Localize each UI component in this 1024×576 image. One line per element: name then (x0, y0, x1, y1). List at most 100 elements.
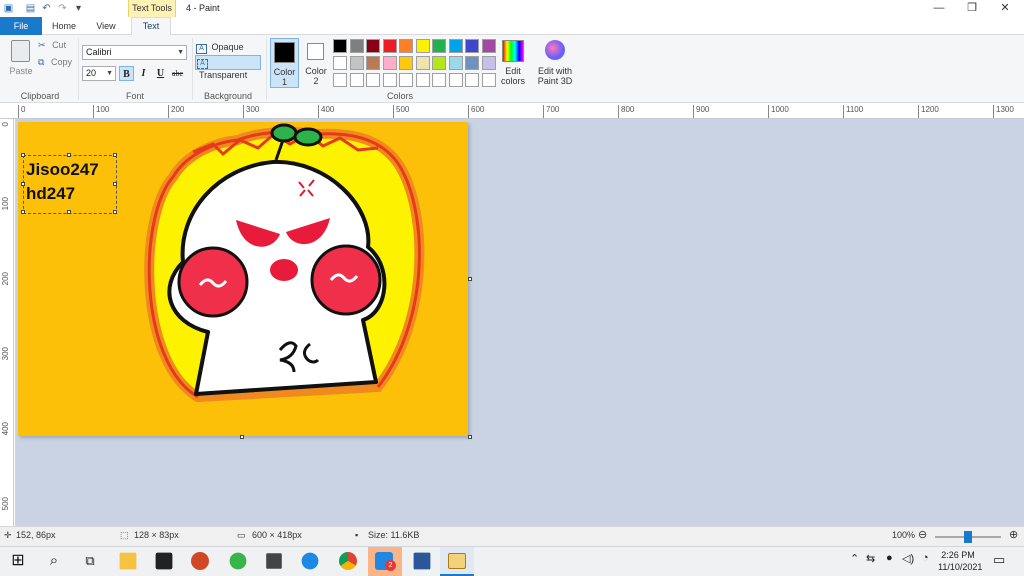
resize-handle[interactable] (468, 435, 472, 439)
font-family-select[interactable]: Calibri ▼ (82, 45, 187, 60)
selection-handle[interactable] (113, 210, 117, 214)
zoom-out-button[interactable]: ⊖ (918, 528, 927, 541)
zoom-in-button[interactable]: ⊕ (1009, 528, 1018, 541)
horizontal-ruler: 0 100 200 300 400 500 600 700 800 900 1000 1100 1200… (0, 103, 1024, 119)
maximize-button[interactable]: ❐ (955, 0, 989, 17)
task-view-icon[interactable]: ⧉ (78, 549, 102, 573)
store-icon[interactable] (155, 552, 173, 570)
edit-colors-button[interactable]: Edit colors (500, 40, 526, 88)
microphone-icon[interactable]: ● (886, 552, 893, 564)
color-swatch[interactable] (481, 73, 496, 87)
clock[interactable]: 2:26 PM 11/10/2021 (938, 549, 982, 573)
tab-view[interactable]: View (86, 17, 126, 35)
color-swatch[interactable] (333, 73, 347, 87)
ruler-tick-label: 200 (168, 105, 184, 118)
color-swatch[interactable] (415, 39, 430, 53)
cut-button[interactable]: ✂ Cut (38, 40, 66, 53)
resize-handle[interactable] (468, 277, 472, 281)
ruler-tick-label: 700 (543, 105, 559, 118)
selection-handle[interactable] (113, 153, 117, 157)
color-swatch[interactable] (448, 39, 463, 53)
search-icon[interactable]: ⌕ (42, 549, 66, 573)
selection-handle[interactable] (67, 210, 71, 214)
undo-icon[interactable]: ↶ (40, 2, 53, 15)
word-icon[interactable] (413, 552, 431, 570)
selection-handle[interactable] (113, 182, 117, 186)
customize-toolbar-icon[interactable]: ▾ (72, 2, 85, 15)
chrome-icon[interactable] (339, 552, 357, 570)
color-swatch[interactable] (349, 73, 364, 87)
app-green-icon[interactable] (229, 552, 247, 570)
zoom-slider-thumb[interactable] (964, 531, 972, 543)
color-swatch[interactable] (382, 73, 397, 87)
color-swatch[interactable] (481, 39, 496, 53)
taskbar-active-app[interactable]: 2 (368, 547, 402, 576)
paint-app-icon[interactable]: ▣ (2, 2, 15, 15)
chevron-up-icon[interactable]: ⌃ (850, 552, 859, 565)
copy-button[interactable]: ⧉ Copy (38, 57, 72, 70)
color-swatch[interactable] (399, 39, 413, 53)
tab-home[interactable]: Home (44, 17, 84, 35)
color-swatch[interactable] (382, 56, 397, 70)
image-size: 600 × 418px (252, 530, 302, 540)
tab-file[interactable]: File (0, 17, 42, 35)
ruler-tick-label: 100 (1, 197, 10, 211)
color-swatch[interactable] (349, 56, 364, 70)
selection-handle[interactable] (21, 210, 25, 214)
volume-icon[interactable]: ◁) (902, 552, 914, 565)
file-explorer-icon[interactable] (119, 552, 137, 570)
canvas-text-line: Jisoo247 (26, 160, 99, 179)
paste-button[interactable]: Paste (8, 40, 34, 82)
opaque-button[interactable]: A Opaque (196, 40, 260, 54)
zoom-slider-track[interactable] (935, 531, 1001, 543)
canvas-text[interactable]: Jisoo247 hd247 (26, 158, 99, 206)
color-swatch[interactable] (415, 56, 430, 70)
font-family-value: Calibri (86, 47, 112, 57)
color-swatch[interactable] (465, 56, 479, 70)
edit-with-paint3d-button[interactable]: Edit with Paint 3D (535, 40, 575, 88)
color-swatch[interactable] (432, 56, 446, 70)
color-swatch[interactable] (349, 39, 364, 53)
color-swatch[interactable] (399, 56, 413, 70)
selection-handle[interactable] (21, 153, 25, 157)
selection-handle[interactable] (67, 153, 71, 157)
start-windows-icon[interactable]: ⊞ (6, 549, 30, 573)
calculator-icon[interactable] (266, 553, 282, 569)
color2-button[interactable]: Color 2 (302, 38, 330, 88)
color-swatch[interactable] (448, 73, 463, 87)
save-icon[interactable]: ▤ (24, 2, 37, 15)
powerpoint-icon[interactable] (191, 552, 209, 570)
color-swatch[interactable] (465, 73, 479, 87)
color-swatch[interactable] (432, 39, 446, 53)
color-swatch[interactable] (481, 56, 496, 70)
tab-text[interactable]: Text (131, 17, 171, 36)
strikethrough-button[interactable]: abc (170, 66, 185, 81)
color-swatch[interactable] (333, 39, 347, 53)
bold-button[interactable]: B (119, 66, 134, 81)
color1-button[interactable]: Color 1 (270, 38, 299, 88)
underline-button[interactable]: U (153, 66, 168, 81)
notifications-icon[interactable]: ▭ (993, 552, 1005, 568)
app-blue-icon[interactable] (301, 552, 319, 570)
resize-handle[interactable] (240, 435, 244, 439)
color-swatch[interactable] (366, 39, 380, 53)
color-swatch[interactable] (382, 39, 397, 53)
minimize-button[interactable]: — (922, 0, 956, 17)
color-swatch[interactable] (448, 56, 463, 70)
color-swatch[interactable] (465, 39, 479, 53)
taskbar-paint-app[interactable] (440, 547, 474, 576)
color-swatch[interactable] (366, 73, 380, 87)
network-icon[interactable]: ⇆ (866, 552, 875, 565)
color-swatch[interactable] (366, 56, 380, 70)
font-size-select[interactable]: 20 ▼ (82, 66, 116, 81)
wifi-icon[interactable]: ◔ (922, 552, 929, 564)
selection-handle[interactable] (21, 182, 25, 186)
color-swatch[interactable] (333, 56, 347, 70)
color-swatch[interactable] (415, 73, 430, 87)
close-button[interactable]: ✕ (988, 0, 1022, 17)
italic-button[interactable]: I (136, 66, 151, 81)
color-swatch[interactable] (432, 73, 446, 87)
color-swatch[interactable] (399, 73, 413, 87)
redo-icon[interactable]: ↷ (56, 2, 69, 15)
transparent-button[interactable]: A Transparent (195, 55, 261, 80)
